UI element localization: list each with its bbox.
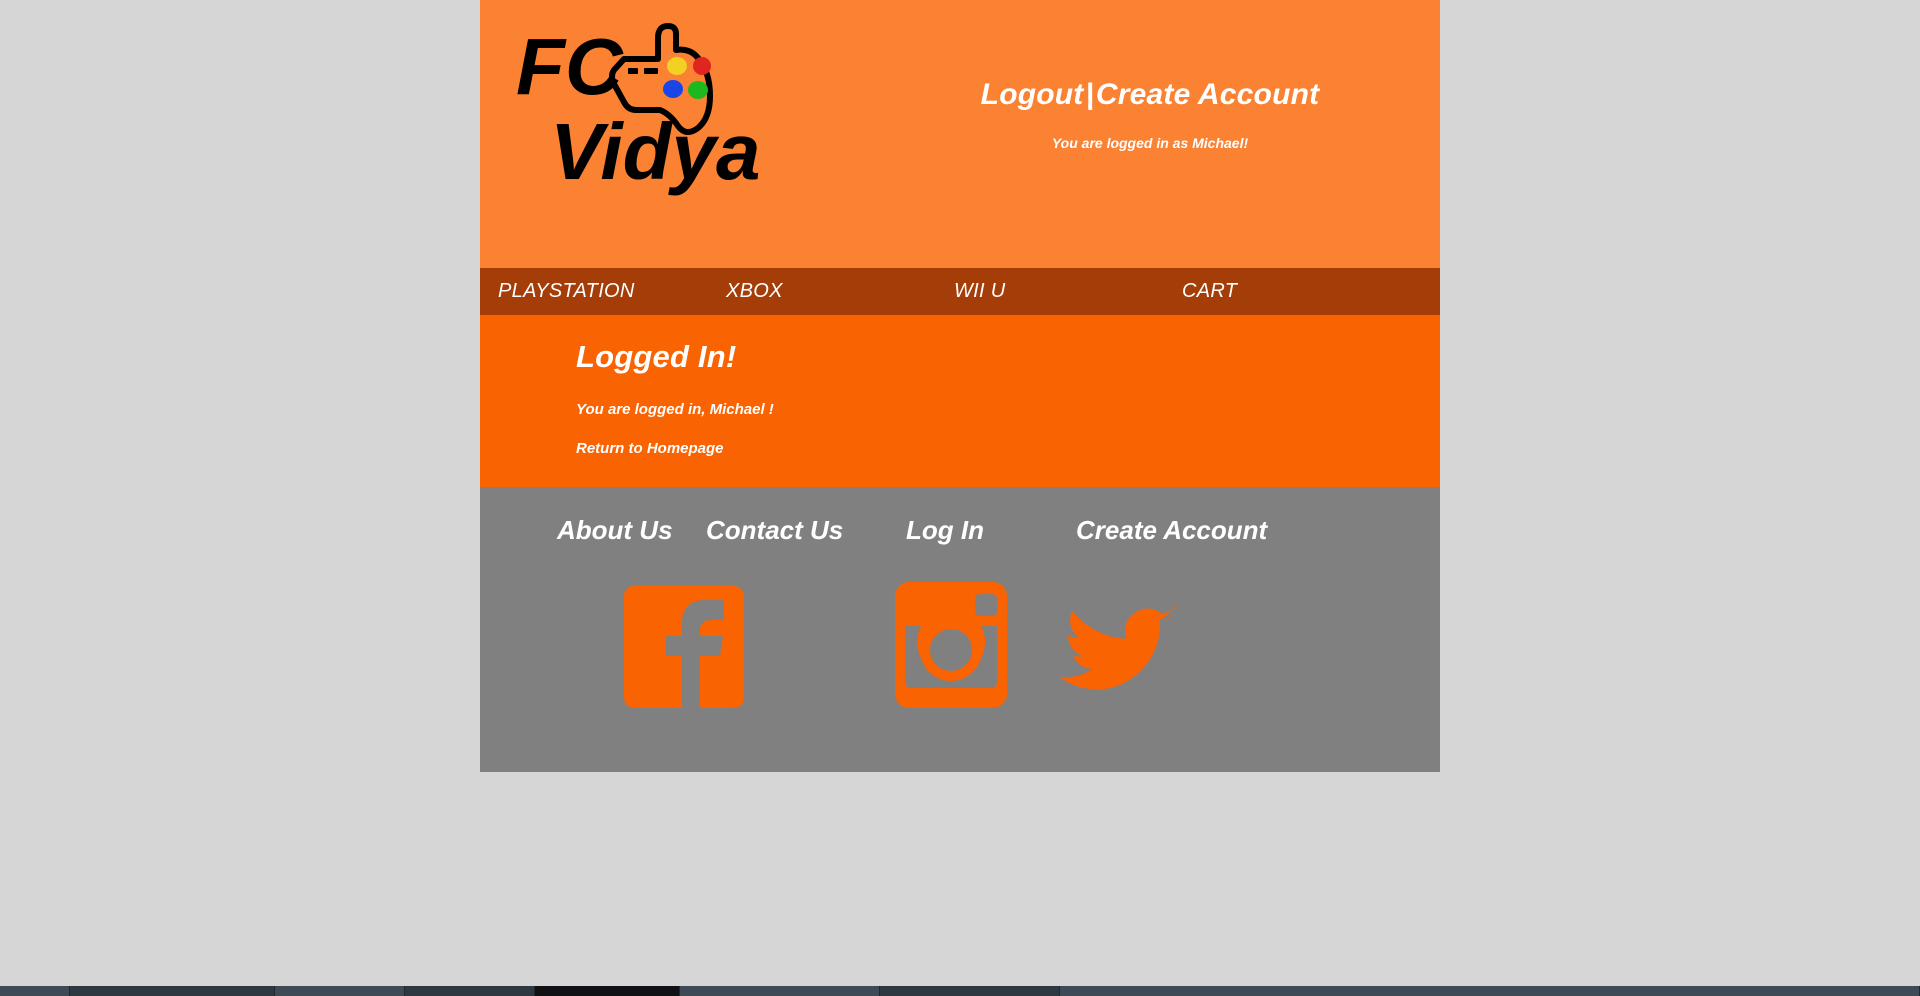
nav-item-cart[interactable]: CART (1164, 280, 1392, 303)
twitter-icon[interactable] (1058, 592, 1178, 692)
taskbar-segment[interactable] (1060, 986, 1920, 996)
taskbar-segment[interactable] (70, 986, 275, 996)
main-content: Logged In! You are logged in, Michael ! … (480, 315, 1440, 487)
os-taskbar (0, 986, 1920, 996)
footer-link-create-account[interactable]: Create Account (1044, 515, 1440, 546)
return-to-homepage-link[interactable]: Return to Homepage (576, 440, 724, 457)
footer-navigation: About Us Contact Us Log In Create Accoun… (480, 487, 1440, 546)
taskbar-segment[interactable] (535, 986, 680, 996)
site-footer: About Us Contact Us Log In Create Accoun… (480, 487, 1440, 772)
taskbar-segment[interactable] (880, 986, 1060, 996)
taskbar-segment[interactable] (680, 986, 880, 996)
main-navigation: PLAYSTATION XBOX WII U CART (480, 268, 1440, 315)
page-title: Logged In! (576, 339, 737, 374)
nav-item-xbox[interactable]: XBOX (708, 280, 936, 303)
site-header: FC Vidya Logout|Create Account You are l… (480, 0, 1440, 268)
taskbar-segment[interactable] (0, 986, 70, 996)
create-account-link[interactable]: Create Account (1096, 78, 1319, 111)
svg-text:FC: FC (516, 22, 624, 111)
header-login-status: You are logged in as Michael! (1051, 135, 1249, 151)
site-container: FC Vidya Logout|Create Account You are l… (480, 0, 1440, 772)
taskbar-segment[interactable] (405, 986, 535, 996)
footer-link-contact-us[interactable]: Contact Us (684, 515, 880, 546)
social-media-links (480, 582, 1440, 742)
instagram-icon[interactable] (895, 582, 1007, 708)
site-logo[interactable]: FC Vidya (510, 14, 780, 204)
facebook-icon[interactable] (624, 586, 744, 708)
nav-item-wii-u[interactable]: WII U (936, 280, 1164, 303)
header-link-separator: | (1085, 78, 1094, 111)
header-auth-links: Logout|Create Account (920, 78, 1380, 112)
login-confirmation-message: You are logged in, Michael ! (576, 401, 774, 418)
logout-link[interactable]: Logout (981, 78, 1084, 111)
nav-item-playstation[interactable]: PLAYSTATION (480, 280, 708, 303)
footer-link-about-us[interactable]: About Us (480, 515, 684, 546)
svg-text:Vidya: Vidya (550, 107, 760, 196)
taskbar-segment[interactable] (275, 986, 405, 996)
footer-link-log-in[interactable]: Log In (880, 515, 1044, 546)
